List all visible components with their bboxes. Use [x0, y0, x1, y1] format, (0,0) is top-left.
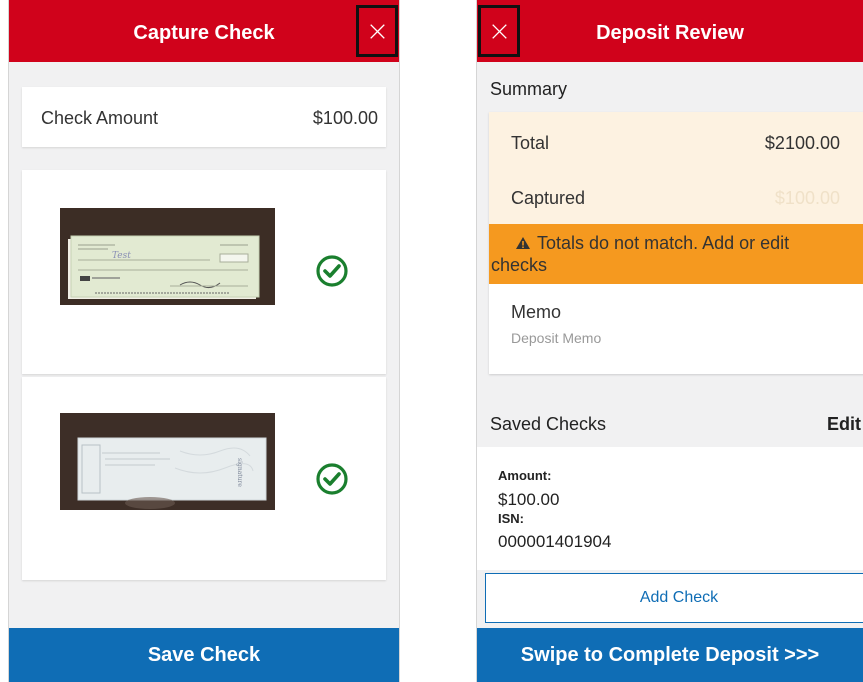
isn-value: 000001401904: [498, 532, 612, 551]
total-label: Total: [511, 133, 550, 153]
svg-text:Test: Test: [112, 251, 131, 261]
isn-label: ISN:: [498, 511, 524, 526]
deposit-review-header: Deposit Review: [477, 0, 863, 62]
check-front-image: Test: [60, 208, 275, 305]
captured-row: Captured $100.00: [489, 168, 863, 224]
capture-check-screen: Capture Check Check Amount $100.00 Test: [8, 0, 400, 682]
check-amount-row[interactable]: Check Amount $100.00: [22, 87, 386, 147]
close-icon: [369, 23, 385, 39]
check-back-card[interactable]: signature: [22, 377, 386, 580]
total-row: Total $2100.00: [489, 112, 863, 168]
amount-label: Amount:: [498, 468, 552, 483]
capture-check-header: Capture Check: [9, 0, 399, 62]
page-title: Deposit Review: [596, 22, 744, 44]
check-circle-icon: [316, 255, 348, 287]
deposit-review-screen: Deposit Review Summary Total $2100.00 Ca…: [476, 0, 863, 682]
check-amount-value: $100.00: [312, 108, 378, 128]
swipe-complete-deposit[interactable]: Swipe to Complete Deposit >>>: [477, 628, 863, 682]
summary-heading: Summary: [490, 79, 568, 99]
captured-label: Captured: [511, 188, 586, 208]
memo-label: Memo: [511, 302, 562, 322]
check-front-card[interactable]: Test: [22, 170, 386, 374]
saved-check-item[interactable]: Amount: $100.00 ISN: 000001401904: [477, 447, 863, 570]
amount-value: $100.00: [498, 490, 560, 509]
edit-button[interactable]: Edit: [827, 414, 861, 435]
close-button[interactable]: [356, 5, 398, 57]
captured-value: $100.00: [774, 188, 840, 208]
total-value: $2100.00: [764, 133, 840, 153]
check-back-image: signature: [60, 413, 275, 510]
warning-text-line1: Totals do not match. Add or edit: [537, 233, 790, 253]
add-check-button[interactable]: Add Check: [485, 573, 863, 623]
totals-warning: Totals do not match. Add or edit checks: [489, 224, 863, 284]
warning-text-line2: checks: [491, 255, 548, 275]
check-circle-icon: [316, 463, 348, 495]
save-check-button[interactable]: Save Check: [9, 628, 399, 682]
svg-text:signature: signature: [236, 458, 243, 487]
warning-triangle-icon: [516, 237, 530, 249]
saved-checks-heading: Saved Checks: [490, 414, 607, 434]
memo-input[interactable]: Deposit Memo: [511, 330, 601, 346]
summary-card: Total $2100.00 Captured $100.00 Totals d…: [489, 112, 863, 374]
page-title: Capture Check: [133, 22, 275, 44]
check-amount-label: Check Amount: [41, 108, 159, 128]
